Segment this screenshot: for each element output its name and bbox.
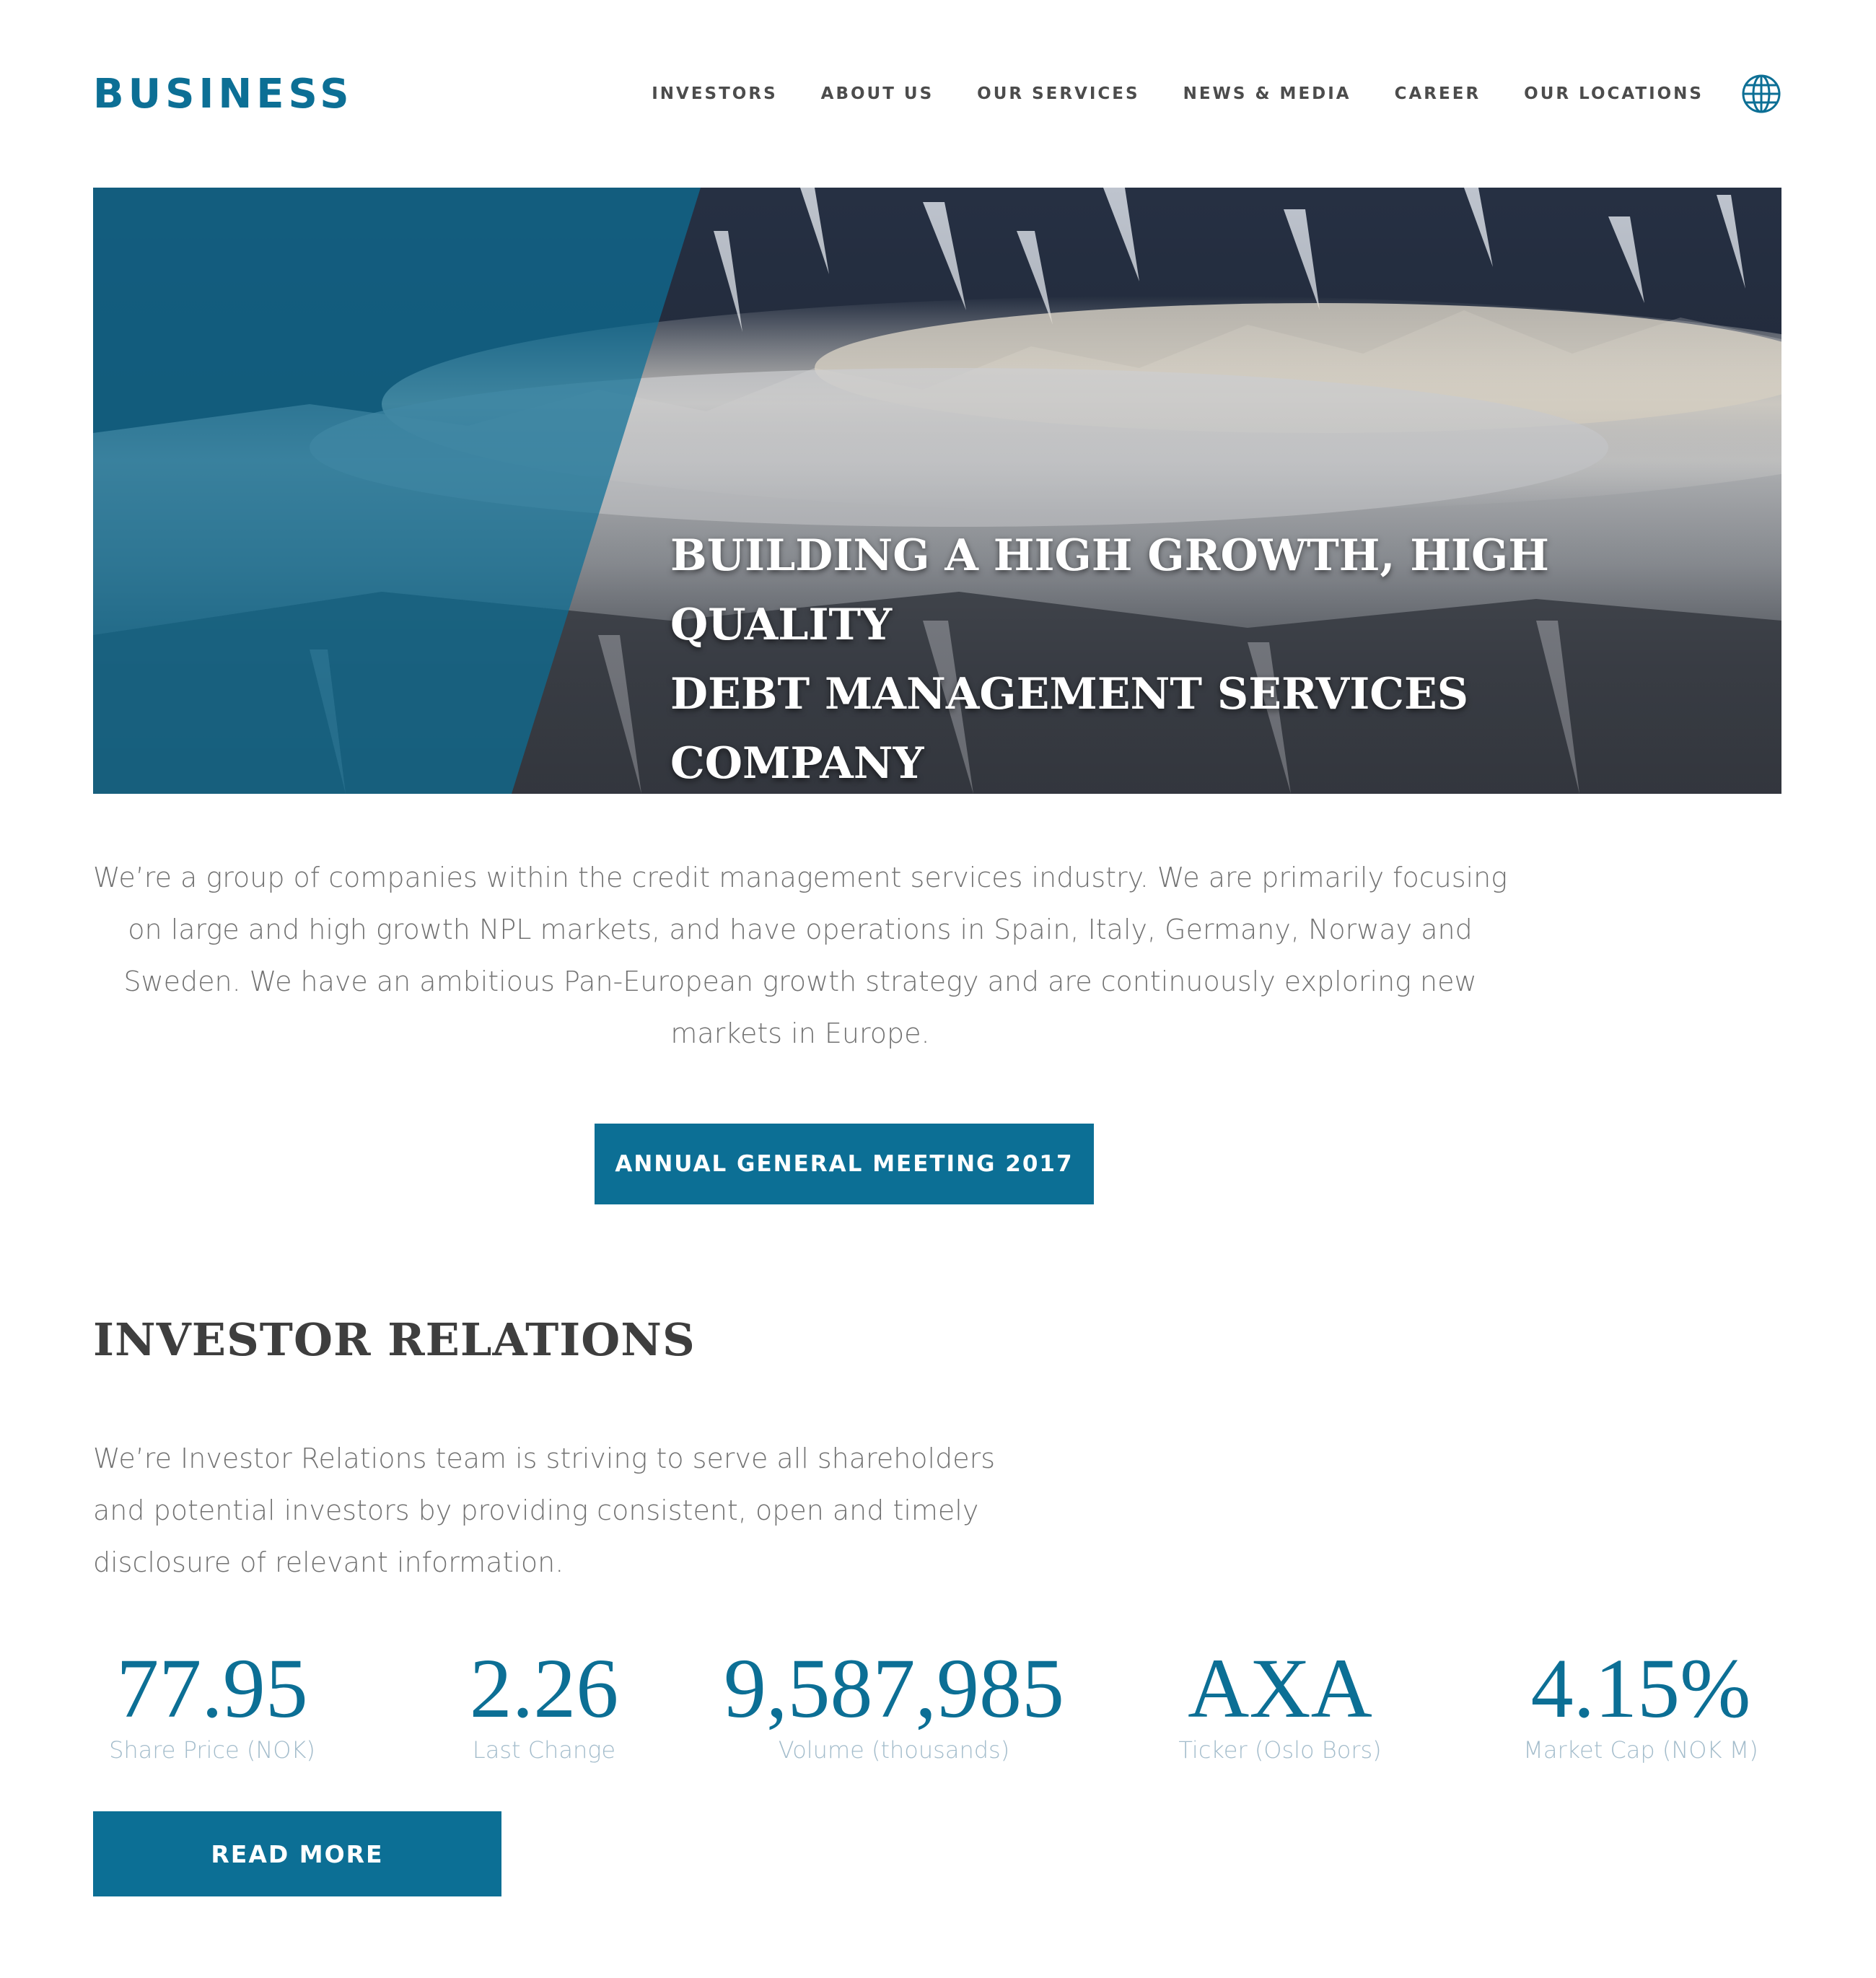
investor-relations-text: We’re Investor Relations team is strivin… (93, 1443, 996, 1578)
stat-value: 2.26 (469, 1641, 619, 1736)
annual-general-meeting-button[interactable]: ANNUAL GENERAL MEETING 2017 (595, 1124, 1094, 1204)
stat-volume: 9,587,985 Volume (thousands) (706, 1645, 1082, 1764)
hero-banner: BUILDING A HIGH GROWTH, HIGH QUALITY DEB… (93, 188, 1781, 794)
main-nav: INVESTORS ABOUT US OUR SERVICES NEWS & M… (608, 74, 1781, 114)
stat-share-price: 77.95 Share Price (NOK) (93, 1645, 331, 1764)
read-more-button[interactable]: READ MORE (93, 1811, 501, 1896)
globe-icon[interactable] (1741, 74, 1781, 114)
nav-item-news-media[interactable]: NEWS & MEDIA (1183, 84, 1351, 103)
nav-item-investors[interactable]: INVESTORS (652, 84, 777, 103)
nav-item-about-us[interactable]: ABOUT US (821, 84, 934, 103)
stat-label: Market Cap (NOK M) (1523, 1736, 1758, 1764)
stat-label: Share Price (NOK) (109, 1736, 315, 1764)
stat-value: 4.15% (1530, 1641, 1751, 1736)
stat-value: 9,587,985 (724, 1641, 1064, 1736)
stat-value: 77.95 (116, 1641, 308, 1736)
stat-label: Last Change (472, 1736, 616, 1764)
stat-label: Volume (thousands) (778, 1736, 1010, 1764)
nav-item-our-locations[interactable]: OUR LOCATIONS (1524, 84, 1704, 103)
stat-last-change: 2.26 Last Change (425, 1645, 663, 1764)
stats-row: 77.95 Share Price (NOK) 2.26 Last Change… (93, 1645, 1781, 1768)
stat-ticker: AXA Ticker (Oslo Bors) (1157, 1645, 1403, 1764)
nav-item-career[interactable]: CAREER (1395, 84, 1481, 103)
hero-title: BUILDING A HIGH GROWTH, HIGH QUALITY DEB… (670, 521, 1717, 794)
site-header: BUSINESS INVESTORS ABOUT US OUR SERVICES… (93, 65, 1781, 123)
nav-item-our-services[interactable]: OUR SERVICES (977, 84, 1139, 103)
hero-title-line1: BUILDING A HIGH GROWTH, HIGH QUALITY (670, 530, 1549, 650)
stat-market-cap: 4.15% Market Cap (NOK M) (1504, 1645, 1778, 1764)
investor-relations-title: INVESTOR RELATIONS (93, 1313, 696, 1366)
site-logo[interactable]: BUSINESS (93, 71, 354, 118)
stat-value: AXA (1188, 1641, 1372, 1736)
stat-label: Ticker (Oslo Bors) (1178, 1736, 1382, 1764)
intro-section: We’re a group of companies within the cr… (93, 852, 1781, 1059)
hero-title-line2: DEBT MANAGEMENT SERVICES COMPANY (670, 669, 1469, 789)
intro-text: We’re a group of companies within the cr… (93, 862, 1508, 1049)
